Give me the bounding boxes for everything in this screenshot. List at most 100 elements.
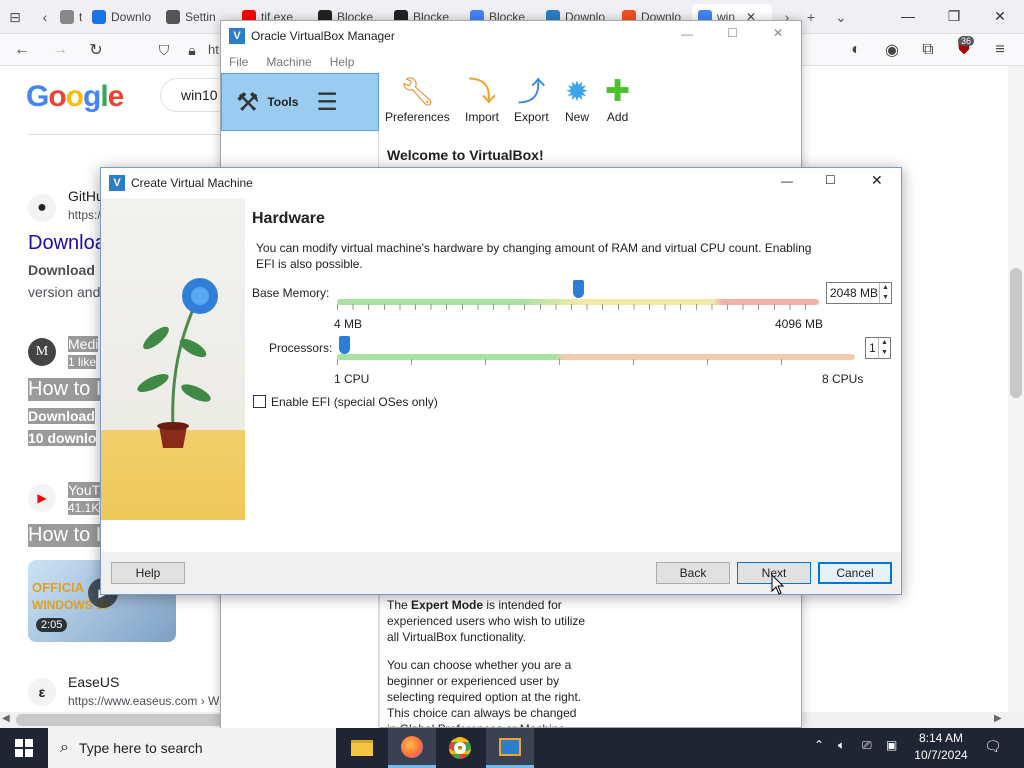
window-title: Oracle VirtualBox Manager xyxy=(251,29,395,43)
notification-icon[interactable]: 🗨︎ xyxy=(984,738,1002,755)
tools-label: Tools xyxy=(267,95,299,109)
memory-slider-ticks xyxy=(337,304,819,310)
vbm-minimize-button[interactable]: — xyxy=(681,27,693,41)
mouse-cursor-icon xyxy=(771,574,785,595)
new-tab-icon[interactable]: + xyxy=(800,6,822,28)
lock-icon[interactable]: 🔒︎ xyxy=(180,38,204,62)
virtualbox-app[interactable] xyxy=(486,728,534,768)
dialog-body: Hardware You can modify virtual machine'… xyxy=(101,198,901,552)
extensions-icon[interactable]: ⧉ xyxy=(916,38,940,62)
result-site: Medi xyxy=(68,336,99,352)
export-icon: ⤴ xyxy=(517,76,546,107)
contrast-icon[interactable]: ◐ xyxy=(844,38,868,62)
forward-icon[interactable]: → xyxy=(48,38,72,62)
import-button[interactable]: ⤵ Import xyxy=(465,77,499,125)
efi-checkbox[interactable] xyxy=(253,395,266,408)
extension-badge: 36 xyxy=(958,36,975,46)
processors-slider-thumb[interactable] xyxy=(339,336,350,354)
memory-spinbox[interactable]: 2048 MB ▲ ▼ xyxy=(826,282,892,304)
cancel-button[interactable]: Cancel xyxy=(818,562,892,584)
scroll-right-icon[interactable]: ▶ xyxy=(994,713,1002,724)
dialog-close-button[interactable]: ✕ xyxy=(871,172,883,189)
vbox-manager-titlebar[interactable]: V Oracle VirtualBox Manager — ☐ ✕ xyxy=(221,21,801,51)
medium-icon: M xyxy=(28,338,56,366)
menu-machine[interactable]: Machine xyxy=(266,55,311,69)
url-bar[interactable]: ht xyxy=(208,42,219,57)
firefox-app[interactable] xyxy=(388,728,436,768)
result-url[interactable]: https://www.easeus.com › W xyxy=(68,694,219,708)
processors-slider-ticks xyxy=(337,359,855,365)
search-icon: ⌕ xyxy=(60,739,69,756)
result-snippet: 10 downlo xyxy=(28,430,97,446)
menu-file[interactable]: File xyxy=(229,55,248,69)
account-icon[interactable]: ◉ xyxy=(880,38,904,62)
chrome-app[interactable] xyxy=(436,728,484,768)
menu-icon[interactable]: ≡ xyxy=(988,38,1012,62)
processors-spinbox[interactable]: 1 ▲ ▼ xyxy=(865,337,891,359)
vbox-icon: V xyxy=(109,175,125,191)
vbm-maximize-button[interactable]: ☐ xyxy=(727,26,738,40)
help-button[interactable]: Help xyxy=(111,562,185,584)
browser-restore-button[interactable]: ❐ xyxy=(934,4,974,28)
spin-arrows-icon[interactable]: ▲ ▼ xyxy=(878,338,890,358)
result-site: EaseUS xyxy=(68,674,120,690)
tray-overflow-icon[interactable]: ⌃ xyxy=(814,738,824,752)
meet-icon[interactable]: ▣ xyxy=(886,738,897,752)
horizontal-scroll-thumb[interactable] xyxy=(16,714,236,726)
back-button[interactable]: Back xyxy=(656,562,730,584)
dialog-titlebar[interactable]: V Create Virtual Machine — ☐ ✕ xyxy=(101,168,901,198)
folder-icon xyxy=(351,740,373,756)
browser-tab[interactable]: t's xyxy=(54,4,82,30)
volume-icon[interactable]: 🔈︎ xyxy=(838,738,845,753)
reload-icon[interactable]: ↻ xyxy=(84,38,108,62)
taskbar-clock[interactable]: 8:14 AM 10/7/2024 xyxy=(906,730,976,766)
tab-label: t's xyxy=(79,10,82,24)
result-link[interactable]: Downloa xyxy=(28,232,106,255)
memory-slider-thumb[interactable] xyxy=(573,280,584,298)
taskbar-search-box[interactable]: ⌕ Type here to search xyxy=(48,728,336,768)
memory-max-label: 4096 MB xyxy=(775,317,824,331)
add-icon: ✚ xyxy=(605,75,631,108)
google-logo[interactable]: Google xyxy=(26,80,124,114)
download-icon xyxy=(92,10,106,24)
page-icon xyxy=(60,10,74,24)
browser-minimize-button[interactable]: — xyxy=(888,4,928,28)
export-button[interactable]: ⤴ Export xyxy=(514,76,549,125)
result-site: GitHu xyxy=(68,188,104,204)
dialog-minimize-button[interactable]: — xyxy=(781,174,793,188)
tools-item[interactable]: ⚒ Tools ☰ xyxy=(221,73,379,131)
processors-label: Processors: xyxy=(269,341,333,355)
list-icon[interactable]: ☰ xyxy=(316,88,338,117)
tools-icon: ⚒ xyxy=(236,86,260,117)
result-url[interactable]: https:/ xyxy=(68,208,101,222)
flower-illustration xyxy=(137,278,218,448)
expert-mode-text: The Expert Mode is intended for experien… xyxy=(387,598,586,644)
spin-arrows-icon[interactable]: ▲ ▼ xyxy=(879,283,891,303)
clock-date: 10/7/2024 xyxy=(914,748,968,762)
tab-overflow-icon[interactable]: ⌄ xyxy=(830,6,852,28)
add-button[interactable]: ✚ Add xyxy=(605,75,631,125)
result-link[interactable]: How to I xyxy=(28,378,102,401)
start-button[interactable] xyxy=(0,728,48,768)
dialog-maximize-button[interactable]: ☐ xyxy=(825,173,836,187)
gear-icon xyxy=(166,10,180,24)
network-icon[interactable]: ⎚ xyxy=(862,738,872,753)
create-vm-dialog: V Create Virtual Machine — ☐ ✕ Hardware … xyxy=(100,167,902,595)
tab-scroll-left-icon[interactable]: ‹ xyxy=(34,6,56,28)
vbm-close-button[interactable]: ✕ xyxy=(773,26,783,40)
tab-list-icon[interactable]: ⊟ xyxy=(4,6,26,28)
page-scroll-thumb[interactable] xyxy=(1010,268,1022,398)
base-memory-label: Base Memory: xyxy=(252,286,330,300)
efi-label[interactable]: Enable EFI (special OSes only) xyxy=(271,395,438,409)
preferences-button[interactable]: 🔧︎ Preferences xyxy=(385,77,450,125)
browser-close-button[interactable]: ✕ xyxy=(980,4,1020,28)
result-site: YouT xyxy=(68,482,101,498)
new-button[interactable]: ✹ New xyxy=(565,77,589,125)
browser-tab[interactable]: Downlo xyxy=(86,4,156,30)
scroll-left-icon[interactable]: ◀ xyxy=(2,713,10,724)
menu-help[interactable]: Help xyxy=(330,55,355,69)
result-link[interactable]: How to I xyxy=(28,524,102,547)
file-explorer-app[interactable] xyxy=(338,728,386,768)
back-icon[interactable]: ← xyxy=(10,38,34,62)
shield-icon[interactable]: ⛉ xyxy=(152,38,176,62)
